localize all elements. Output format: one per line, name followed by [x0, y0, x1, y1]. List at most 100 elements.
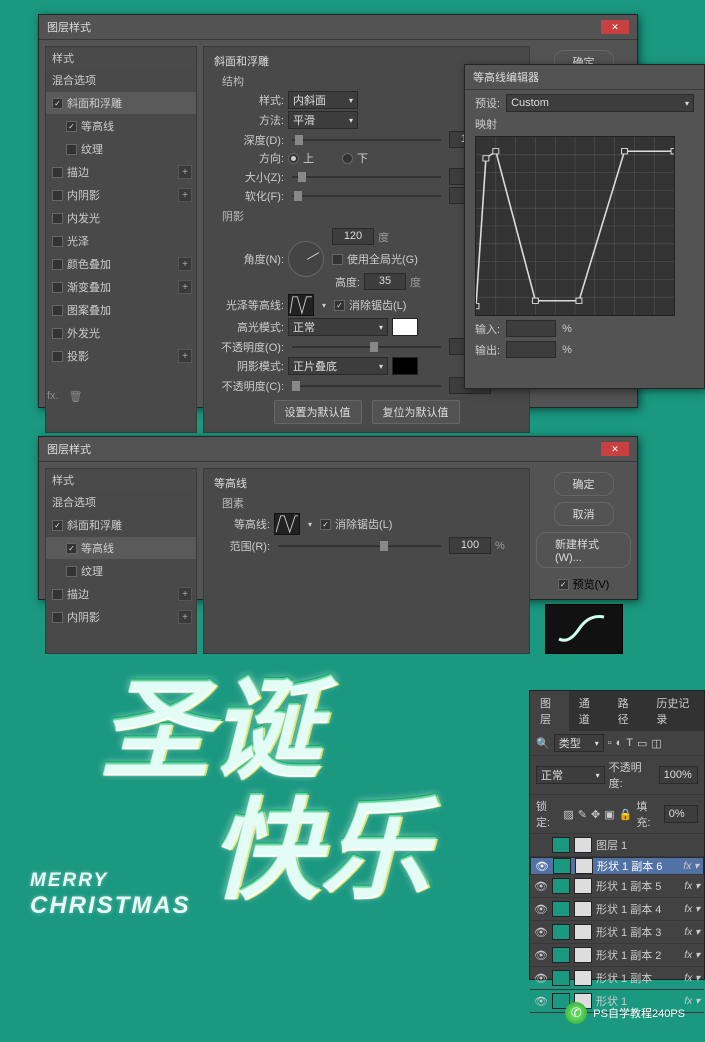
angle-input[interactable]: 120	[332, 228, 374, 245]
filter-shape-icon[interactable]: ▭	[637, 737, 647, 750]
radio-down[interactable]	[342, 153, 353, 164]
style-bevel[interactable]: 斜面和浮雕	[46, 92, 196, 115]
lock-artboard-icon[interactable]: ▣	[604, 808, 614, 821]
fill-input[interactable]: 0%	[664, 805, 698, 823]
fx-indicator[interactable]: fx ▾	[683, 861, 699, 872]
preset-select[interactable]: Custom▾	[506, 94, 694, 112]
fx-indicator[interactable]: fx ▾	[684, 881, 700, 892]
style-drop-shadow[interactable]: 投影+	[46, 345, 196, 368]
fx-indicator[interactable]: fx ▾	[684, 950, 700, 961]
style-stroke[interactable]: 描边+	[46, 583, 196, 606]
tab-channels[interactable]: 通道	[569, 691, 608, 731]
global-light-checkbox[interactable]	[332, 254, 343, 265]
reset-default-button[interactable]: 复位为默认值	[372, 400, 460, 424]
fx-icon[interactable]: fx.	[47, 390, 59, 403]
close-icon[interactable]: ✕	[601, 442, 629, 456]
visibility-icon[interactable]: 👁	[534, 880, 548, 893]
checkbox-icon[interactable]	[52, 305, 63, 316]
close-icon[interactable]: ✕	[601, 20, 629, 34]
lock-move-icon[interactable]: ✥	[591, 808, 600, 821]
antialias-checkbox[interactable]	[320, 519, 331, 530]
visibility-icon[interactable]: 👁	[534, 972, 548, 985]
plus-icon[interactable]: +	[178, 610, 192, 624]
style-blend-options[interactable]: 混合选项	[46, 69, 196, 92]
technique-select[interactable]: 平滑▾	[288, 111, 358, 129]
checkbox-icon[interactable]	[52, 520, 63, 531]
range-input[interactable]: 100	[449, 537, 491, 554]
lock-pixels-icon[interactable]: ▨	[563, 808, 573, 821]
depth-slider[interactable]	[292, 133, 441, 147]
style-satin[interactable]: 光泽	[46, 230, 196, 253]
soften-slider[interactable]	[292, 189, 441, 203]
checkbox-icon[interactable]	[52, 236, 63, 247]
plus-icon[interactable]: +	[178, 280, 192, 294]
checkbox-icon[interactable]	[52, 213, 63, 224]
style-contour[interactable]: 等高线	[46, 537, 196, 560]
opacity-input[interactable]: 100%	[659, 766, 698, 784]
visibility-icon[interactable]: 👁	[534, 995, 548, 1008]
radio-up[interactable]	[288, 153, 299, 164]
filter-image-icon[interactable]: ▫	[608, 737, 612, 749]
fx-indicator[interactable]: fx ▾	[684, 996, 700, 1007]
layer-row[interactable]: 图层 1	[530, 834, 704, 857]
shadow-color-swatch[interactable]	[392, 357, 418, 375]
plus-icon[interactable]: +	[178, 165, 192, 179]
lock-all-icon[interactable]: 🔒	[619, 808, 633, 821]
visibility-icon[interactable]: 👁	[535, 860, 549, 873]
cancel-button[interactable]: 取消	[554, 502, 614, 526]
checkbox-icon[interactable]	[52, 167, 63, 178]
plus-icon[interactable]: +	[178, 257, 192, 271]
checkbox-icon[interactable]	[66, 144, 77, 155]
range-slider[interactable]	[278, 539, 441, 553]
checkbox-icon[interactable]	[52, 612, 63, 623]
gloss-contour-thumb[interactable]	[288, 294, 314, 316]
preview-checkbox[interactable]	[558, 579, 569, 590]
style-blend-options[interactable]: 混合选项	[46, 491, 196, 514]
plus-icon[interactable]: +	[178, 188, 192, 202]
make-default-button[interactable]: 设置为默认值	[274, 400, 362, 424]
visibility-icon[interactable]: 👁	[534, 926, 548, 939]
blend-mode-select[interactable]: 正常▾	[536, 766, 605, 784]
checkbox-icon[interactable]	[52, 190, 63, 201]
lock-brush-icon[interactable]: ✎	[578, 808, 587, 821]
fx-indicator[interactable]: fx ▾	[684, 904, 700, 915]
style-inner-shadow[interactable]: 内阴影+	[46, 184, 196, 207]
new-style-button[interactable]: 新建样式(W)...	[536, 532, 631, 568]
output-value[interactable]	[506, 341, 556, 358]
style-bevel[interactable]: 斜面和浮雕	[46, 514, 196, 537]
contour-graph[interactable]	[475, 136, 675, 316]
shadow-mode-select[interactable]: 正片叠底▾	[288, 357, 388, 375]
style-select[interactable]: 内斜面▾	[288, 91, 358, 109]
checkbox-icon[interactable]	[52, 328, 63, 339]
tab-layers[interactable]: 图层	[530, 691, 569, 731]
checkbox-icon[interactable]	[52, 259, 63, 270]
size-slider[interactable]	[292, 170, 441, 184]
contour-thumb[interactable]	[274, 513, 300, 535]
ok-button[interactable]: 确定	[554, 472, 614, 496]
filter-type-icon[interactable]: T	[626, 737, 633, 749]
layer-row[interactable]: 👁形状 1 副本 6fx ▾	[530, 857, 704, 875]
antialias-checkbox[interactable]	[334, 300, 345, 311]
fx-indicator[interactable]: fx ▾	[684, 927, 700, 938]
checkbox-icon[interactable]	[66, 543, 77, 554]
sopacity-slider[interactable]	[292, 379, 441, 393]
style-color-overlay[interactable]: 颜色叠加+	[46, 253, 196, 276]
filter-adjust-icon[interactable]: ◐	[616, 737, 623, 749]
visibility-icon[interactable]: 👁	[534, 949, 548, 962]
fx-indicator[interactable]: fx ▾	[684, 973, 700, 984]
style-outer-glow[interactable]: 外发光	[46, 322, 196, 345]
search-icon[interactable]: 🔍	[536, 737, 550, 750]
highlight-color-swatch[interactable]	[392, 318, 418, 336]
style-texture[interactable]: 纹理	[46, 560, 196, 583]
altitude-input[interactable]: 35	[364, 273, 406, 290]
hopacity-slider[interactable]	[292, 340, 441, 354]
layer-row[interactable]: 👁形状 1 副本fx ▾	[530, 967, 704, 990]
angle-wheel[interactable]	[288, 241, 324, 277]
checkbox-icon[interactable]	[52, 282, 63, 293]
checkbox-icon[interactable]	[66, 121, 77, 132]
checkbox-icon[interactable]	[52, 589, 63, 600]
tab-paths[interactable]: 路径	[608, 691, 647, 731]
visibility-icon[interactable]: 👁	[534, 903, 548, 916]
style-gradient-overlay[interactable]: 渐变叠加+	[46, 276, 196, 299]
filter-smart-icon[interactable]: ◫	[651, 737, 661, 750]
